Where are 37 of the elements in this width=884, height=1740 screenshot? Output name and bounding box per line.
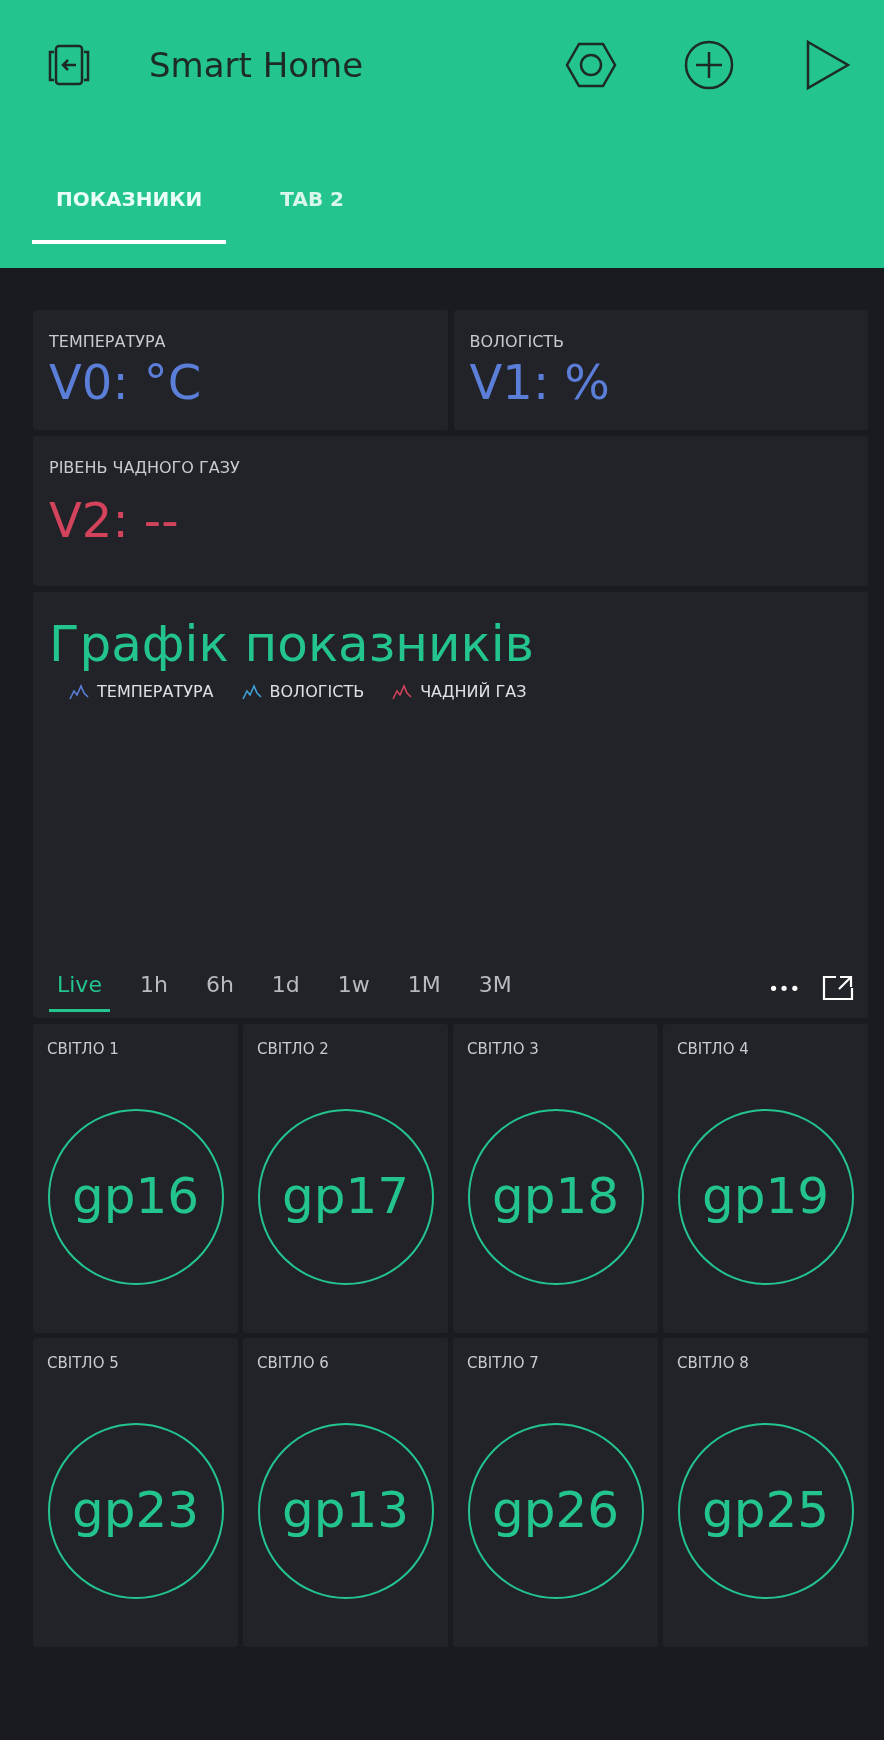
period-tab[interactable]: 1d bbox=[263, 964, 308, 1012]
pin-button[interactable]: gp26 bbox=[467, 1422, 644, 1599]
display-value: V1: % bbox=[468, 354, 611, 412]
pin-button[interactable]: gp25 bbox=[677, 1422, 854, 1599]
pin-button[interactable]: gp17 bbox=[257, 1108, 434, 1285]
widget-label: СВІТЛО 3 bbox=[466, 1039, 540, 1060]
period-tab[interactable]: Live bbox=[49, 964, 110, 1012]
expand-icon[interactable] bbox=[822, 974, 854, 1002]
pin-button[interactable]: gp16 bbox=[47, 1108, 224, 1285]
period-tab[interactable]: 1w bbox=[329, 964, 378, 1012]
legend-label: ЧАДНИЙ ГАЗ bbox=[420, 681, 527, 703]
period-tab[interactable]: 1M bbox=[399, 964, 449, 1012]
widget-label: СВІТЛО 7 bbox=[466, 1353, 540, 1374]
chart-title: Графік показників bbox=[48, 614, 536, 674]
widget-label: СВІТЛО 1 bbox=[46, 1039, 120, 1060]
display-label: ВОЛОГІСТЬ bbox=[468, 331, 566, 353]
legend-label: ВОЛОГІСТЬ bbox=[269, 681, 365, 703]
display-label: РІВЕНЬ ЧАДНОГО ГАЗУ bbox=[48, 457, 241, 479]
period-tab[interactable]: 6h bbox=[197, 964, 242, 1012]
period-tab[interactable]: 3M bbox=[470, 964, 520, 1012]
period-tab[interactable]: 1h bbox=[131, 964, 176, 1012]
pin-button[interactable]: gp18 bbox=[467, 1108, 644, 1285]
widget-label: СВІТЛО 8 bbox=[676, 1353, 750, 1374]
widget-label: СВІТЛО 4 bbox=[676, 1039, 750, 1060]
widget-label: СВІТЛО 5 bbox=[46, 1353, 120, 1374]
display-value: V0: °C bbox=[48, 354, 203, 412]
app-title: Smart Home bbox=[149, 43, 364, 87]
widget-label: СВІТЛО 6 bbox=[256, 1353, 330, 1374]
widget-label: СВІТЛО 2 bbox=[256, 1039, 330, 1060]
display-label: ТЕМПЕРАТУРА bbox=[48, 331, 167, 353]
pin-button[interactable]: gp19 bbox=[677, 1108, 854, 1285]
display-value: V2: -- bbox=[48, 491, 180, 550]
add-icon[interactable] bbox=[682, 38, 736, 92]
more-button[interactable]: ••• bbox=[768, 974, 800, 1002]
pin-button[interactable]: gp23 bbox=[47, 1422, 224, 1599]
legend-label: ТЕМПЕРАТУРА bbox=[97, 681, 214, 703]
pin-button[interactable]: gp13 bbox=[257, 1422, 434, 1599]
